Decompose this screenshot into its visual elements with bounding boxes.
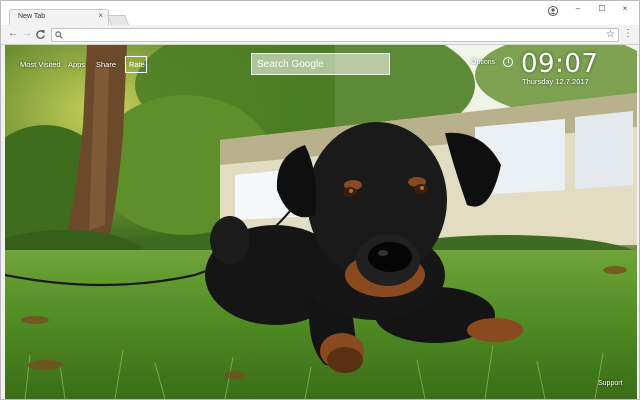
maximize-icon[interactable]: ☐ bbox=[595, 5, 609, 13]
tab-title: New Tab bbox=[18, 13, 46, 20]
rate-button[interactable]: Rate bbox=[125, 56, 147, 73]
back-icon[interactable]: ← bbox=[7, 28, 19, 40]
rate-label: Rate bbox=[129, 60, 145, 69]
tab-new-tab[interactable]: New Tab × bbox=[9, 9, 109, 26]
new-tab-page: Most Visited Apps Share Rate Options 09:… bbox=[5, 45, 637, 399]
clock-date: Thursday 12.7.2017 bbox=[522, 77, 589, 86]
chrome-menu-icon[interactable]: ⋮ bbox=[623, 28, 633, 40]
toolbar: ← → ☆ ⋮ bbox=[1, 25, 639, 45]
options-link[interactable]: Options bbox=[471, 59, 495, 66]
clock-time: 09:07 bbox=[521, 49, 599, 79]
rottweiler-wallpaper bbox=[5, 45, 637, 399]
most-visited-link[interactable]: Most Visited bbox=[20, 60, 61, 69]
support-link[interactable]: Support bbox=[598, 380, 623, 387]
search-icon bbox=[55, 31, 63, 39]
share-link[interactable]: Share bbox=[96, 60, 116, 69]
tab-close-icon[interactable]: × bbox=[98, 12, 103, 20]
reload-icon[interactable] bbox=[35, 29, 46, 40]
forward-icon[interactable]: → bbox=[21, 28, 33, 40]
browser-window: New Tab × – ☐ × ← → ☆ ⋮ Most Visited App… bbox=[0, 0, 640, 400]
bookmark-star-icon[interactable]: ☆ bbox=[606, 29, 615, 40]
close-window-icon[interactable]: × bbox=[618, 5, 632, 13]
minimize-icon[interactable]: – bbox=[571, 5, 585, 13]
new-tab-button[interactable] bbox=[106, 15, 130, 25]
search-input[interactable] bbox=[252, 54, 389, 74]
address-bar[interactable]: ☆ bbox=[51, 28, 619, 42]
tab-strip: New Tab × – ☐ × bbox=[1, 1, 639, 26]
apps-link[interactable]: Apps bbox=[68, 60, 85, 69]
clock-icon[interactable] bbox=[503, 57, 513, 67]
search-box[interactable] bbox=[251, 53, 390, 75]
account-icon[interactable] bbox=[548, 6, 558, 16]
